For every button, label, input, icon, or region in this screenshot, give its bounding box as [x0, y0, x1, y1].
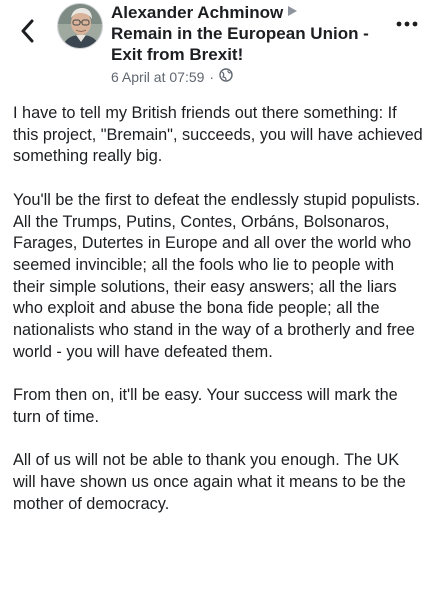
- post-paragraph: From then on, it'll be easy. Your succes…: [13, 386, 398, 426]
- more-options-button[interactable]: [393, 14, 421, 34]
- post-body: I have to tell my British friends out th…: [13, 103, 425, 515]
- post-meta: 6 April at 07:59 ·: [111, 68, 381, 86]
- post-paragraph: You'll be the first to defeat the endles…: [13, 190, 421, 361]
- ellipsis-icon: [396, 21, 418, 27]
- profile-photo: [58, 4, 102, 48]
- avatar[interactable]: [57, 3, 103, 49]
- chevron-left-icon: [21, 19, 34, 43]
- group-name[interactable]: Remain in the European Union - Exit from…: [111, 23, 381, 65]
- post-paragraph: I have to tell my British friends out th…: [13, 104, 423, 166]
- post-header: Alexander Achminow Remain in the Europea…: [0, 0, 432, 92]
- post-paragraph: All of us will not be able to thank you …: [13, 451, 406, 513]
- back-button[interactable]: [14, 14, 40, 48]
- globe-icon: [219, 68, 233, 86]
- header-text: Alexander Achminow Remain in the Europea…: [111, 1, 381, 86]
- meta-separator: ·: [209, 69, 215, 85]
- author-line: Alexander Achminow: [111, 1, 381, 23]
- author-name[interactable]: Alexander Achminow: [111, 3, 283, 22]
- triangle-right-icon: [287, 1, 298, 22]
- timestamp[interactable]: 6 April at 07:59: [111, 68, 204, 86]
